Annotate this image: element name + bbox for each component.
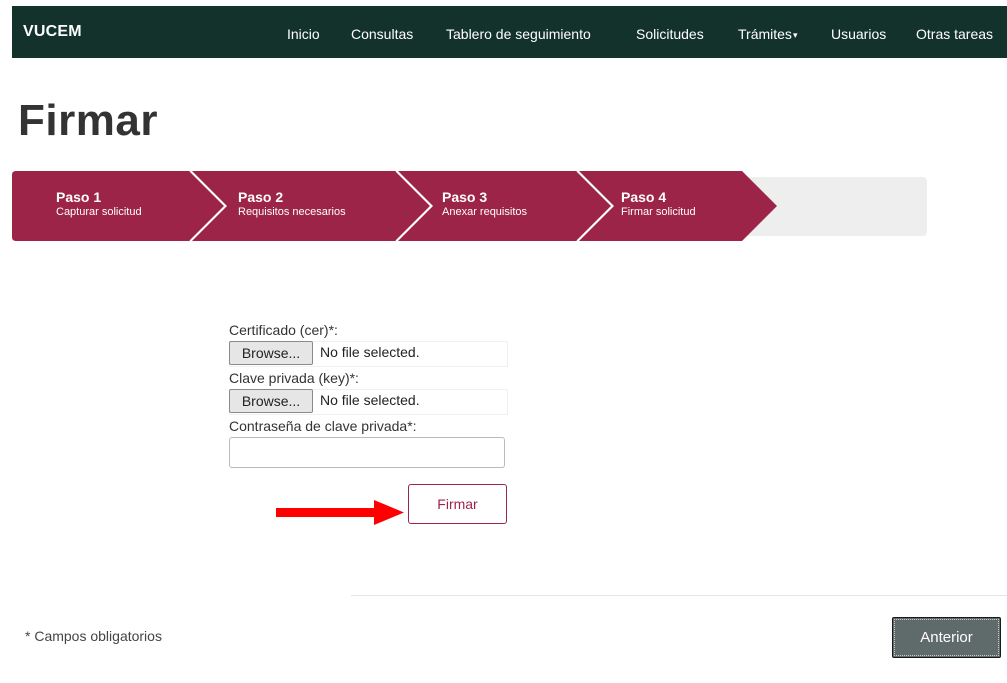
- nav-consultas[interactable]: Consultas: [351, 26, 413, 42]
- step-subtitle: Capturar solicitud: [56, 206, 142, 218]
- key-file-status: No file selected.: [320, 392, 420, 408]
- cert-label: Certificado (cer)*:: [229, 322, 338, 338]
- step-subtitle: Firmar solicitud: [621, 206, 696, 218]
- sign-button[interactable]: Firmar: [408, 484, 507, 524]
- previous-button[interactable]: Anterior: [892, 617, 1001, 658]
- nav-tablero-de-seguimiento[interactable]: Tablero de seguimiento: [446, 26, 591, 42]
- nav-solicitudes[interactable]: Solicitudes: [636, 26, 704, 42]
- password-label: Contraseña de clave privada*:: [229, 418, 417, 434]
- private-key-password-input[interactable]: [229, 437, 505, 468]
- required-fields-note: * Campos obligatorios: [25, 628, 162, 644]
- cert-file-input[interactable]: Browse... No file selected.: [229, 340, 508, 367]
- wizard-steps: Paso 1 Capturar solicitud Paso 2 Requisi…: [12, 171, 927, 241]
- wizard-step-1: Paso 1 Capturar solicitud: [56, 189, 142, 219]
- nav-tramites-label: Trámites: [738, 26, 792, 42]
- wizard-step-4: Paso 4 Firmar solicitud: [621, 189, 696, 219]
- step-subtitle: Requisitos necesarios: [238, 206, 346, 218]
- chevron-down-icon: ▾: [792, 30, 798, 40]
- top-navbar: VUCEM Inicio Consultas Tablero de seguim…: [12, 6, 1007, 58]
- footer-divider: [351, 595, 1007, 596]
- key-browse-button[interactable]: Browse...: [229, 389, 313, 413]
- nav-tramites[interactable]: Trámites▾: [738, 26, 797, 42]
- nav-inicio[interactable]: Inicio: [287, 26, 320, 42]
- main-nav: Inicio Consultas Tablero de seguimiento …: [12, 26, 1007, 46]
- cert-file-status: No file selected.: [320, 344, 420, 360]
- step-subtitle: Anexar requisitos: [442, 206, 527, 218]
- right-arrow-icon: [276, 500, 404, 525]
- nav-usuarios[interactable]: Usuarios: [831, 26, 886, 42]
- page-title: Firmar: [18, 96, 158, 145]
- key-file-input[interactable]: Browse... No file selected.: [229, 388, 508, 415]
- key-label: Clave privada (key)*:: [229, 370, 359, 386]
- wizard-step-3: Paso 3 Anexar requisitos: [442, 189, 527, 219]
- nav-otras-tareas[interactable]: Otras tareas: [916, 26, 993, 42]
- step-title: Paso 1: [56, 189, 102, 205]
- step-title: Paso 3: [442, 189, 488, 205]
- step-title: Paso 4: [621, 189, 667, 205]
- wizard-step-2: Paso 2 Requisitos necesarios: [238, 189, 346, 219]
- cert-browse-button[interactable]: Browse...: [229, 341, 313, 365]
- step-title: Paso 2: [238, 189, 284, 205]
- sign-form: Certificado (cer)*: Browse... No file se…: [229, 320, 509, 468]
